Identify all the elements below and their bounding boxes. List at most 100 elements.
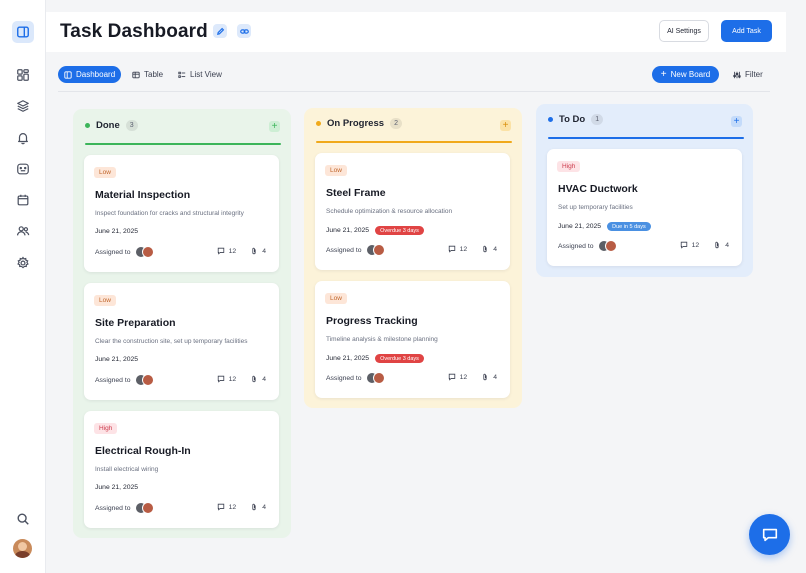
column-header: Done 3 xyxy=(85,120,138,131)
card-meta: 12 4 xyxy=(448,373,497,381)
column-accent-bar xyxy=(85,143,281,145)
plus-icon: + xyxy=(502,119,509,131)
card-description: Inspect foundation for cracks and struct… xyxy=(95,210,244,217)
tab-list-view[interactable]: List View xyxy=(172,66,228,83)
card-meta: 12 4 xyxy=(448,245,497,253)
link-icon xyxy=(239,28,249,34)
avatar[interactable] xyxy=(13,539,32,558)
column-on-progress: On Progress 2 + Low Steel Frame Schedule… xyxy=(304,108,522,408)
assignee-avatars[interactable] xyxy=(365,244,386,256)
comment-icon xyxy=(680,241,687,249)
avatar xyxy=(604,240,617,252)
bell-icon xyxy=(18,133,28,145)
comment-icon xyxy=(448,373,455,381)
paperclip-icon xyxy=(483,245,487,253)
task-card[interactable]: Low Steel Frame Schedule optimization & … xyxy=(315,153,510,270)
task-card[interactable]: High Electrical Rough-In Install electri… xyxy=(84,411,279,528)
attachment-count: 4 xyxy=(725,241,729,249)
paperclip-icon xyxy=(483,373,487,381)
assignee-avatars[interactable] xyxy=(134,246,155,258)
avatar xyxy=(372,372,385,384)
task-card[interactable]: Low Site Preparation Clear the construct… xyxy=(84,283,279,400)
avatar xyxy=(141,246,154,258)
assigned-label: Assigned to xyxy=(95,376,131,384)
tab-table[interactable]: Table xyxy=(126,66,169,83)
assignee-avatars[interactable] xyxy=(365,372,386,384)
filter-label: Filter xyxy=(745,70,763,79)
task-card[interactable]: High HVAC Ductwork Set up temporary faci… xyxy=(547,149,742,266)
sidebar-item-settings[interactable] xyxy=(12,252,34,274)
card-title: Site Preparation xyxy=(95,317,176,329)
priority-badge: Low xyxy=(325,165,347,176)
add-card-button[interactable]: + xyxy=(500,120,511,131)
edit-title-button[interactable] xyxy=(213,24,227,38)
sidebar-search-button[interactable] xyxy=(12,508,34,530)
avatar xyxy=(141,502,154,514)
chat-icon xyxy=(762,528,777,541)
task-card[interactable]: Low Material Inspection Inspect foundati… xyxy=(84,155,279,272)
layers-icon xyxy=(17,100,29,112)
sidebar-item-calendar[interactable] xyxy=(12,189,34,211)
attachment-count: 4 xyxy=(262,503,266,511)
card-date: June 21, 2025 xyxy=(558,223,602,230)
paperclip-icon xyxy=(252,247,256,255)
assignee-avatars[interactable] xyxy=(597,240,618,252)
page-title: Task Dashboard xyxy=(60,21,208,42)
comment-icon xyxy=(217,375,224,383)
task-card[interactable]: Low Progress Tracking Timeline analysis … xyxy=(315,281,510,398)
paperclip-icon xyxy=(252,375,256,383)
priority-badge: Low xyxy=(94,167,116,178)
panel-toggle-icon xyxy=(17,26,29,38)
card-description: Timeline analysis & milestone planning xyxy=(326,336,438,343)
add-task-button[interactable]: Add Task xyxy=(721,20,772,42)
panel-toggle-button[interactable] xyxy=(12,21,34,43)
message-icon xyxy=(17,163,29,175)
assignee-avatars[interactable] xyxy=(134,502,155,514)
ai-settings-button[interactable]: AI Settings xyxy=(659,20,709,42)
priority-badge: Low xyxy=(325,293,347,304)
filter-button[interactable]: Filter xyxy=(727,66,767,83)
dashboard-icon xyxy=(64,70,72,79)
grid-icon xyxy=(17,69,29,81)
card-description: Set up temporary facilities xyxy=(558,204,633,211)
status-dot xyxy=(85,123,90,128)
comment-icon xyxy=(217,503,224,511)
card-date-row: June 21, 2025 xyxy=(95,484,138,491)
assigned-label: Assigned to xyxy=(95,248,131,256)
sidebar-item-messages[interactable] xyxy=(12,158,34,180)
priority-badge: High xyxy=(557,161,581,172)
copy-link-button[interactable] xyxy=(237,24,251,38)
assignees: Assigned to xyxy=(95,502,155,514)
card-date-row: June 21, 2025 Due in 5 days xyxy=(558,222,651,231)
card-date-row: June 21, 2025 Overdue 3 days xyxy=(326,226,424,235)
add-card-button[interactable]: + xyxy=(269,121,280,132)
add-card-button[interactable]: + xyxy=(731,116,742,127)
sidebar-item-users[interactable] xyxy=(12,220,34,242)
sidebar-item-dashboard[interactable] xyxy=(12,64,34,86)
card-date: June 21, 2025 xyxy=(95,484,139,491)
card-title: Progress Tracking xyxy=(326,315,418,327)
assignees: Assigned to xyxy=(558,240,618,252)
assignees: Assigned to xyxy=(95,374,155,386)
due-badge: Overdue 3 days xyxy=(375,354,424,363)
priority-badge: High xyxy=(94,423,118,434)
chat-button[interactable] xyxy=(749,514,790,555)
column-header: To Do 1 xyxy=(548,114,604,125)
tab-dashboard[interactable]: Dashboard xyxy=(58,66,122,83)
table-icon xyxy=(132,71,140,78)
card-meta: 12 4 xyxy=(680,241,729,249)
card-title: Electrical Rough-In xyxy=(95,445,191,457)
list-icon xyxy=(178,71,186,78)
search-icon xyxy=(17,513,29,525)
new-board-button[interactable]: + New Board xyxy=(652,66,719,83)
sidebar-item-layers[interactable] xyxy=(12,95,34,117)
column-title: Done xyxy=(96,120,120,131)
filter-icon xyxy=(733,71,741,78)
assigned-label: Assigned to xyxy=(326,374,362,382)
column-done: Done 3 + Low Material Inspection Inspect… xyxy=(73,109,291,538)
status-dot xyxy=(548,117,553,122)
sidebar-item-notifications[interactable] xyxy=(12,127,34,149)
plus-icon: + xyxy=(271,120,278,132)
column-count: 2 xyxy=(390,118,403,129)
assignee-avatars[interactable] xyxy=(134,374,155,386)
